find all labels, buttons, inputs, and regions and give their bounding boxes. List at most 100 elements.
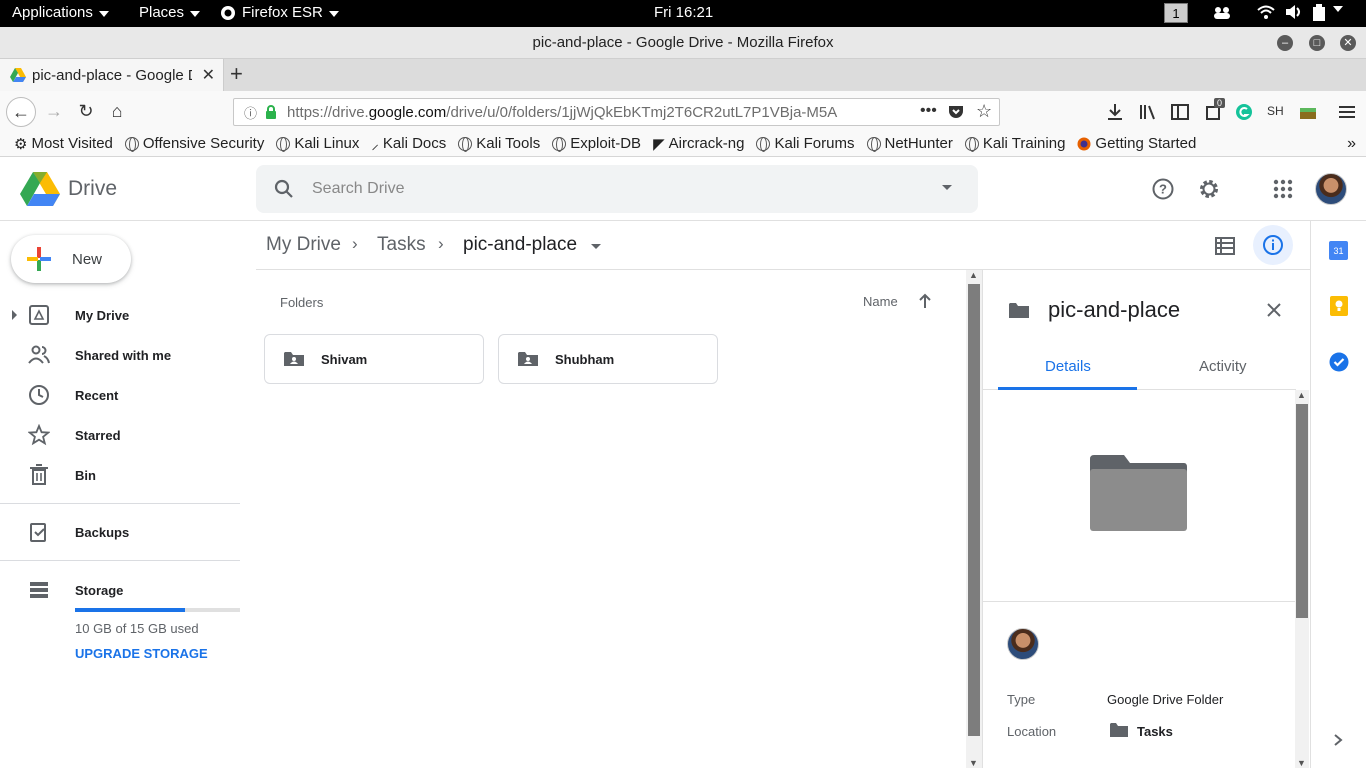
bookmark-kali-training[interactable]: Kali Training	[964, 135, 1065, 152]
bookmark-exploit-db[interactable]: Exploit-DB	[552, 135, 641, 152]
places-menu[interactable]: Places	[139, 4, 201, 21]
file-area-scrollbar[interactable]: ▲ ▼	[966, 270, 982, 768]
sort-ascending-arrow-icon[interactable]	[918, 293, 932, 309]
bookmark-offensive-security[interactable]: Offensive Security	[124, 135, 264, 152]
list-view-icon[interactable]	[1215, 237, 1235, 255]
maximize-button[interactable]: □	[1309, 35, 1325, 51]
breadcrumb-my-drive[interactable]: My Drive	[266, 234, 341, 256]
details-toggle-button[interactable]	[1253, 225, 1293, 265]
pocket-icon[interactable]	[948, 104, 964, 120]
settings-gear-icon[interactable]	[1198, 178, 1220, 200]
account-avatar[interactable]	[1315, 173, 1347, 205]
bookmark-kali-forums[interactable]: Kali Forums	[756, 135, 855, 152]
page-actions-icon[interactable]: •••	[920, 102, 937, 120]
bookmark-nethunter[interactable]: NetHunter	[866, 135, 953, 152]
scrollbar-thumb[interactable]	[968, 284, 980, 736]
bookmark-star-icon[interactable]: ☆	[976, 101, 992, 122]
drive-app-name[interactable]: Drive	[68, 177, 117, 201]
tab-details[interactable]: Details	[1045, 358, 1091, 375]
system-menu-icon[interactable]	[1333, 4, 1343, 12]
clock[interactable]: Fri 16:21	[654, 4, 713, 21]
wifi-icon[interactable]	[1257, 4, 1275, 20]
search-box[interactable]	[256, 165, 978, 213]
hamburger-menu-icon[interactable]	[1338, 104, 1356, 120]
applications-menu[interactable]: Applications	[12, 4, 109, 21]
sidebar-item-my-drive[interactable]: My Drive	[0, 295, 240, 335]
scroll-up-arrow-icon[interactable]: ▲	[1297, 390, 1306, 400]
search-options-dropdown-icon[interactable]	[942, 185, 952, 190]
browser-tab-active[interactable]: pic-and-place - Google D ✕	[0, 59, 224, 91]
extension-box-icon[interactable]	[1299, 104, 1317, 120]
extension-badge-icon[interactable]: 0	[1205, 98, 1226, 121]
close-tab-icon[interactable]: ✕	[202, 65, 215, 85]
breadcrumb-tasks[interactable]: Tasks	[377, 234, 426, 256]
downloads-icon[interactable]	[1106, 103, 1124, 121]
home-button[interactable]: ⌂	[105, 99, 129, 123]
calendar-icon[interactable]: 31	[1329, 241, 1348, 260]
minimize-button[interactable]: –	[1277, 35, 1293, 51]
url-bar[interactable]: ⓘ https://drive.google.com/drive/u/0/fol…	[233, 98, 1000, 126]
scrollbar-thumb[interactable]	[1296, 404, 1308, 618]
search-icon[interactable]	[274, 179, 294, 199]
profile-extension-label[interactable]: SH	[1267, 104, 1284, 118]
scroll-up-arrow-icon[interactable]: ▲	[969, 270, 978, 280]
lock-icon[interactable]	[265, 105, 277, 119]
new-tab-button[interactable]: +	[230, 61, 243, 87]
bookmark-getting-started[interactable]: Getting Started	[1077, 135, 1196, 152]
forward-button[interactable]: →	[42, 99, 66, 123]
search-input[interactable]	[312, 177, 912, 201]
scroll-down-arrow-icon[interactable]: ▼	[1297, 758, 1306, 768]
people-icon[interactable]	[1212, 4, 1232, 20]
sidebar-item-starred[interactable]: Starred	[0, 415, 240, 455]
bookmark-kali-docs[interactable]: ⸝ Kali Docs	[371, 134, 446, 154]
back-button[interactable]: ←	[6, 97, 36, 127]
sidebar-icon[interactable]	[1171, 103, 1189, 121]
volume-icon[interactable]	[1285, 4, 1303, 20]
expand-arrow-icon[interactable]	[12, 310, 17, 320]
upgrade-storage-link[interactable]: UPGRADE STORAGE	[75, 646, 208, 661]
globe-icon	[756, 136, 771, 152]
info-icon[interactable]: ⓘ	[244, 103, 257, 122]
close-icon[interactable]	[1266, 302, 1282, 318]
chevron-right-icon[interactable]	[1333, 733, 1343, 747]
large-folder-icon	[1090, 455, 1187, 531]
folder-card[interactable]: Shivam	[264, 334, 484, 384]
sidebar-item-backups[interactable]: Backups	[0, 512, 240, 552]
sidebar-item-shared[interactable]: Shared with me	[0, 335, 240, 375]
navigation-toolbar: ← → ↻ ⌂ ⓘ https://drive.google.com/drive…	[0, 91, 1366, 131]
google-drive-logo-icon[interactable]	[20, 172, 60, 206]
location-value[interactable]: Tasks	[1137, 724, 1173, 739]
bookmark-most-visited[interactable]: ⚙ Most Visited	[14, 135, 113, 153]
help-icon[interactable]: ?	[1152, 178, 1174, 200]
battery-icon[interactable]	[1312, 4, 1326, 22]
chevron-right-icon: ›	[352, 234, 358, 253]
close-window-button[interactable]: ✕	[1340, 35, 1356, 51]
url-text[interactable]: https://drive.google.com/drive/u/0/folde…	[287, 104, 837, 121]
library-icon[interactable]	[1139, 103, 1157, 121]
keep-icon[interactable]	[1329, 295, 1349, 317]
breadcrumb-current-folder[interactable]: pic-and-place	[463, 234, 577, 256]
sidebar-divider	[0, 503, 240, 504]
firefox-esr-menu[interactable]: Firefox ESR	[220, 4, 339, 21]
bookmark-kali-linux[interactable]: Kali Linux	[276, 135, 359, 152]
bookmark-kali-tools[interactable]: Kali Tools	[458, 135, 540, 152]
folder-card[interactable]: Shubham	[498, 334, 718, 384]
reload-button[interactable]: ↻	[74, 99, 98, 123]
new-button[interactable]: New	[11, 235, 131, 283]
scroll-down-arrow-icon[interactable]: ▼	[969, 758, 978, 768]
folder-menu-dropdown-icon[interactable]	[591, 244, 601, 249]
grammarly-icon[interactable]	[1235, 103, 1253, 121]
sidebar-item-recent[interactable]: Recent	[0, 375, 240, 415]
bookmark-aircrack-ng[interactable]: ◤ Aircrack-ng	[653, 135, 744, 153]
workspace-indicator[interactable]: 1	[1164, 3, 1188, 23]
google-apps-grid-icon[interactable]	[1273, 179, 1293, 199]
details-scrollbar[interactable]: ▲ ▼	[1295, 390, 1309, 768]
tasks-icon[interactable]	[1329, 352, 1349, 372]
owner-avatar[interactable]	[1007, 628, 1039, 660]
sidebar-item-bin[interactable]: Bin	[0, 455, 240, 495]
bookmarks-overflow-icon[interactable]: »	[1347, 135, 1356, 153]
tab-activity[interactable]: Activity	[1199, 358, 1247, 375]
shared-folder-icon	[284, 352, 304, 366]
sidebar-item-storage[interactable]: Storage	[0, 570, 240, 610]
sort-by-name-button[interactable]: Name	[863, 294, 898, 309]
